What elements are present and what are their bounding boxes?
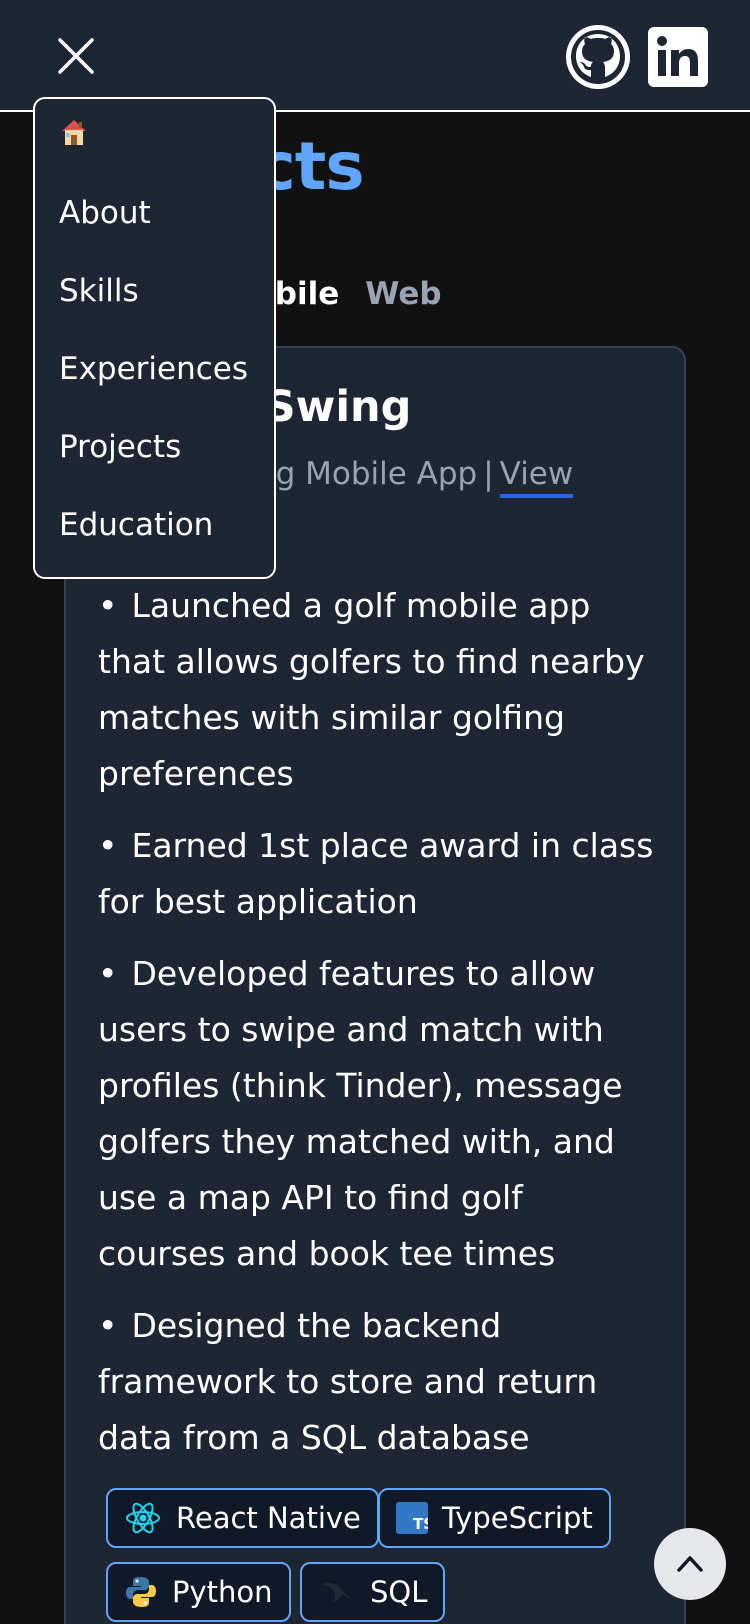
top-nav-bar bbox=[0, 0, 750, 112]
svg-text:TS: TS bbox=[413, 1515, 428, 1533]
github-icon bbox=[566, 25, 630, 89]
house-icon bbox=[62, 120, 86, 145]
list-item: Developed features to allow users to swi… bbox=[98, 946, 658, 1282]
menu-item-education[interactable]: Education bbox=[59, 507, 213, 543]
list-item: Launched a golf mobile app that allows g… bbox=[98, 578, 658, 802]
tech-chip-label: TypeScript bbox=[442, 1501, 593, 1535]
list-item: Earned 1st place award in class for best… bbox=[98, 818, 658, 930]
tech-chip-react-native: React Native bbox=[106, 1488, 379, 1548]
tech-chip-label: Python bbox=[172, 1575, 273, 1609]
chevron-up-icon bbox=[677, 1556, 703, 1572]
python-icon bbox=[126, 1577, 156, 1607]
view-project-link[interactable]: View bbox=[499, 456, 574, 498]
tech-chip-label: SQL bbox=[370, 1575, 428, 1609]
menu-item-skills[interactable]: Skills bbox=[59, 273, 139, 309]
github-link[interactable] bbox=[563, 22, 633, 92]
menu-item-projects[interactable]: Projects bbox=[59, 429, 181, 465]
tech-chip-sql: SQL bbox=[300, 1562, 446, 1622]
subtitle-separator: | bbox=[483, 456, 494, 492]
scroll-to-top-button[interactable] bbox=[654, 1528, 726, 1600]
tech-chip-python: Python bbox=[106, 1562, 291, 1622]
close-icon bbox=[58, 38, 94, 74]
typescript-icon: TS bbox=[396, 1502, 428, 1534]
project-bullets: Launched a golf mobile app that allows g… bbox=[98, 578, 658, 1482]
react-icon bbox=[126, 1502, 160, 1534]
tech-chip-label: React Native bbox=[176, 1501, 361, 1535]
tech-chip-typescript: TS TypeScript bbox=[378, 1488, 611, 1548]
filter-tab-web[interactable]: Web bbox=[365, 276, 441, 312]
list-item: Designed the backend framework to store … bbox=[98, 1298, 658, 1466]
menu-item-home[interactable] bbox=[59, 117, 89, 155]
linkedin-icon bbox=[648, 27, 708, 87]
linkedin-link[interactable] bbox=[647, 26, 709, 88]
menu-item-experiences[interactable]: Experiences bbox=[59, 351, 248, 387]
sql-icon bbox=[321, 1582, 353, 1603]
menu-item-about[interactable]: About bbox=[59, 195, 151, 231]
nav-dropdown-menu: About Skills Experiences Projects Educat… bbox=[33, 97, 276, 579]
close-menu-button[interactable] bbox=[52, 32, 100, 80]
